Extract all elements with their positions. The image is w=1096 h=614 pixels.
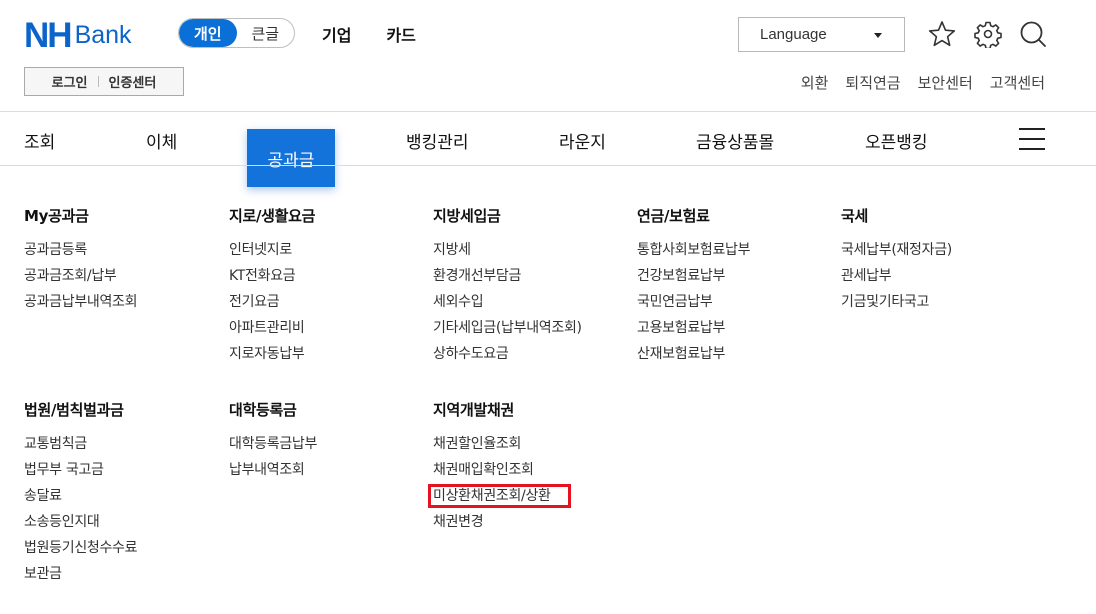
- menu-link[interactable]: 대학등록금납부: [229, 435, 429, 461]
- logo-product: Bank: [74, 20, 132, 49]
- language-select[interactable]: Language: [738, 17, 905, 52]
- gnb-divider: [0, 165, 1096, 166]
- menu-link[interactable]: 산재보험료납부: [637, 345, 837, 371]
- menu-link[interactable]: 채권매입확인조회: [433, 461, 633, 487]
- menu-link[interactable]: 전기요금: [229, 293, 429, 319]
- menu-link[interactable]: 국민연금납부: [637, 293, 837, 319]
- top-nav: 기업 카드: [322, 22, 416, 46]
- menu-col-my-bills: My공과금 공과금등록 공과금조회/납부 공과금납부내역조회: [24, 205, 224, 319]
- menu-col-title[interactable]: 국세: [841, 205, 1041, 226]
- header-divider: [0, 111, 1096, 112]
- menu-link[interactable]: 교통범칙금: [24, 435, 224, 461]
- mode-large-text-button[interactable]: 큰글: [237, 19, 295, 47]
- gear-icon[interactable]: [974, 20, 1002, 48]
- menu-link-label: 미상환채권조회/상환: [433, 488, 551, 504]
- menu-col-court-fines: 법원/범칙벌과금 교통범칙금 법무부 국고금 송달료 소송등인지대 법원등기신청…: [24, 399, 224, 591]
- menu-col-local-tax: 지방세입금 지방세 환경개선부담금 세외수입 기타세입금(납부내역조회) 상하수…: [433, 205, 633, 371]
- mode-personal-button[interactable]: 개인: [179, 19, 237, 47]
- menu-col-national-tax: 국세 국세납부(재정자금) 관세납부 기금및기타국고: [841, 205, 1041, 319]
- utility-nav: 외환 퇴직연금 보안센터 고객센터: [801, 72, 1045, 93]
- menu-link[interactable]: 기타세입금(납부내역조회): [433, 319, 633, 345]
- chevron-down-icon: [874, 33, 882, 38]
- menu-col-pension-insurance: 연금/보험료 통합사회보험료납부 건강보험료납부 국민연금납부 고용보험료납부 …: [637, 205, 837, 371]
- menu-link[interactable]: 건강보험료납부: [637, 267, 837, 293]
- menu-link[interactable]: 납부내역조회: [229, 461, 429, 487]
- util-forex[interactable]: 외환: [801, 72, 829, 93]
- menu-link[interactable]: 채권변경: [433, 513, 633, 539]
- menu-link[interactable]: 공과금등록: [24, 241, 224, 267]
- star-icon[interactable]: [928, 20, 956, 48]
- login-link[interactable]: 로그인: [52, 72, 88, 91]
- menu-link[interactable]: 세외수입: [433, 293, 633, 319]
- gnb-inquiry[interactable]: 조회: [24, 128, 55, 153]
- menu-link[interactable]: 인터넷지로: [229, 241, 429, 267]
- language-select-value: Language: [760, 26, 827, 43]
- gnb-transfer[interactable]: 이체: [146, 128, 177, 153]
- menu-col-title[interactable]: 지방세입금: [433, 205, 633, 226]
- gnb-lounge[interactable]: 라운지: [559, 128, 606, 153]
- menu-link[interactable]: 공과금조회/납부: [24, 267, 224, 293]
- nh-bank-logo[interactable]: NH Bank: [24, 15, 132, 55]
- menu-link[interactable]: 환경개선부담금: [433, 267, 633, 293]
- menu-link[interactable]: 관세납부: [841, 267, 1041, 293]
- menu-col-regional-bonds: 지역개발채권 채권할인율조회 채권매입확인조회 미상환채권조회/상환 채권변경: [428, 399, 633, 539]
- login-box: 로그인 인증센터: [24, 67, 184, 96]
- login-divider: [97, 76, 99, 87]
- logo-brand: NH: [24, 15, 73, 55]
- menu-col-title[interactable]: 법원/범칙벌과금: [24, 399, 224, 420]
- menu-col-title[interactable]: My공과금: [24, 205, 224, 226]
- util-customer-center[interactable]: 고객센터: [990, 72, 1045, 93]
- menu-link[interactable]: 지로자동납부: [229, 345, 429, 371]
- cert-center-link[interactable]: 인증센터: [109, 72, 157, 91]
- hamburger-line: [1019, 128, 1045, 130]
- util-security-center[interactable]: 보안센터: [918, 72, 973, 93]
- menu-link[interactable]: 국세납부(재정자금): [841, 241, 1041, 267]
- gnb-financial-products[interactable]: 금융상품몰: [696, 128, 774, 153]
- search-icon[interactable]: [1019, 20, 1047, 48]
- gnb-banking-management[interactable]: 뱅킹관리: [406, 128, 469, 153]
- menu-link[interactable]: 고용보험료납부: [637, 319, 837, 345]
- mode-toggle: 개인 큰글: [178, 18, 295, 48]
- hamburger-menu-icon[interactable]: [1019, 128, 1045, 150]
- menu-link-unredeemed-bonds[interactable]: 미상환채권조회/상환: [428, 484, 633, 513]
- menu-link[interactable]: 채권할인율조회: [433, 435, 633, 461]
- menu-link[interactable]: 상하수도요금: [433, 345, 633, 371]
- menu-link[interactable]: 보관금: [24, 565, 224, 591]
- menu-col-tuition: 대학등록금 대학등록금납부 납부내역조회: [229, 399, 429, 487]
- menu-col-giro: 지로/생활요금 인터넷지로 KT전화요금 전기요금 아파트관리비 지로자동납부: [229, 205, 429, 371]
- top-nav-corporate[interactable]: 기업: [322, 22, 351, 46]
- menu-col-title[interactable]: 지로/생활요금: [229, 205, 429, 226]
- menu-link[interactable]: 아파트관리비: [229, 319, 429, 345]
- menu-col-title[interactable]: 대학등록금: [229, 399, 429, 420]
- menu-link[interactable]: 법무부 국고금: [24, 461, 224, 487]
- menu-link[interactable]: 통합사회보험료납부: [637, 241, 837, 267]
- menu-link[interactable]: 송달료: [24, 487, 224, 513]
- menu-link[interactable]: 공과금납부내역조회: [24, 293, 224, 319]
- hamburger-line: [1019, 138, 1045, 140]
- top-nav-card[interactable]: 카드: [386, 22, 415, 46]
- gnb-open-banking[interactable]: 오픈뱅킹: [865, 128, 928, 153]
- menu-col-title[interactable]: 연금/보험료: [637, 205, 837, 226]
- menu-link[interactable]: 법원등기신청수수료: [24, 539, 224, 565]
- menu-col-title[interactable]: 지역개발채권: [433, 399, 633, 420]
- util-pension[interactable]: 퇴직연금: [845, 72, 900, 93]
- hamburger-line: [1019, 148, 1045, 150]
- menu-link[interactable]: 기금및기타국고: [841, 293, 1041, 319]
- gnb-utility-bills[interactable]: 공과금: [247, 129, 335, 187]
- menu-link[interactable]: 소송등인지대: [24, 513, 224, 539]
- menu-link[interactable]: KT전화요금: [229, 267, 429, 293]
- menu-link[interactable]: 지방세: [433, 241, 633, 267]
